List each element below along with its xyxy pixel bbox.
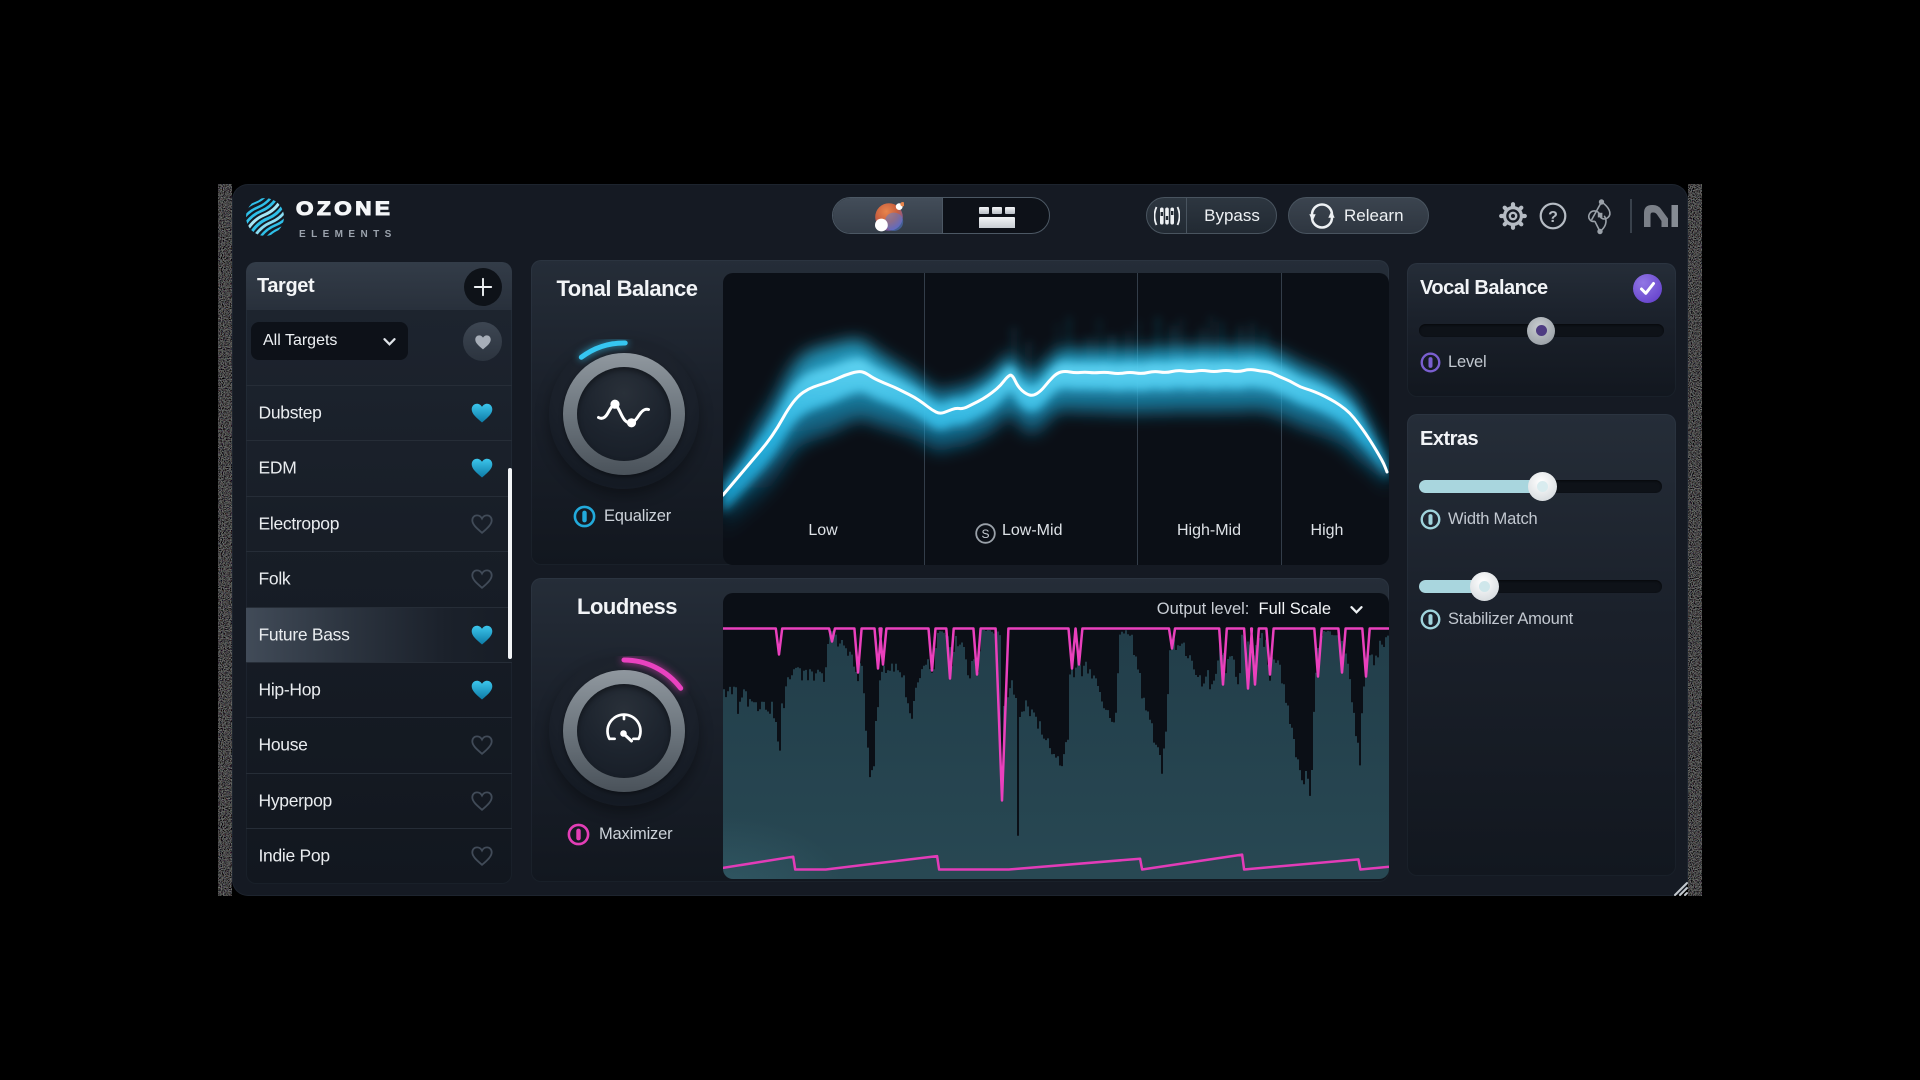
svg-text:?: ? <box>1548 209 1558 226</box>
svg-text:S: S <box>981 527 989 541</box>
